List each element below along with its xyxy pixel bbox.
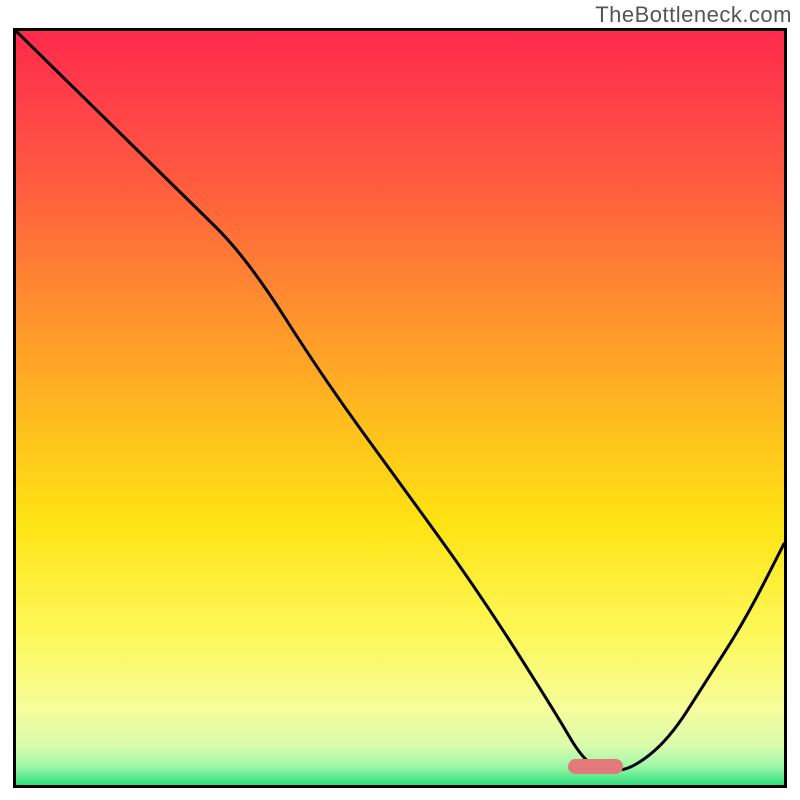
- plot-frame: [13, 28, 787, 788]
- plot-svg: [16, 31, 784, 785]
- watermark-text: TheBottleneck.com: [595, 2, 792, 28]
- minimum-marker: [568, 759, 623, 774]
